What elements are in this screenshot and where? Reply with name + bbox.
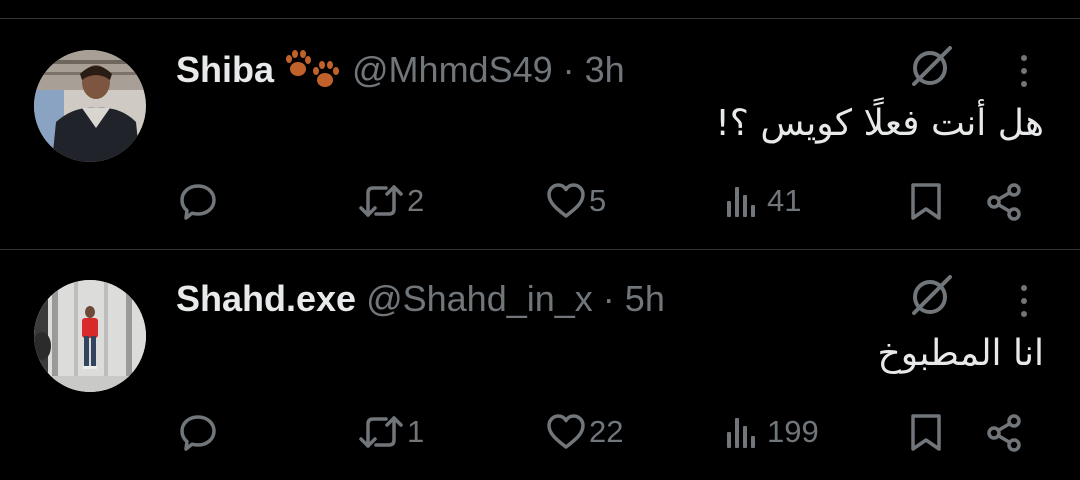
views-button[interactable]: 41: [724, 179, 801, 223]
tweet-text: انا المطبوخ: [877, 333, 1044, 374]
reply-icon: [180, 184, 216, 220]
paw-prints-icon: [284, 50, 342, 90]
reply-button[interactable]: [178, 179, 221, 223]
avatar[interactable]: [34, 50, 146, 162]
retweet-icon: [359, 185, 403, 217]
heart-icon: [547, 183, 585, 218]
tweet-1[interactable]: Shiba @MhmdS49 · 3h هل أنت فعلًا كويس ؟!…: [0, 19, 1080, 249]
more-options-icon[interactable]: [1012, 282, 1036, 322]
bookmark-button[interactable]: [908, 410, 944, 454]
timestamp[interactable]: 5h: [625, 278, 665, 320]
like-button[interactable]: 22: [546, 410, 623, 454]
like-count: 22: [589, 414, 624, 449]
reply-icon: [180, 415, 216, 451]
retweet-icon: [359, 416, 403, 448]
bookmark-button[interactable]: [908, 179, 944, 223]
more-options-icon[interactable]: [1012, 52, 1036, 92]
display-name[interactable]: Shahd.exe: [176, 278, 356, 320]
like-button[interactable]: 5: [546, 179, 606, 223]
view-count: 199: [767, 414, 819, 449]
views-icon: [727, 418, 755, 448]
heart-icon: [547, 414, 585, 449]
views-button[interactable]: 199: [724, 410, 819, 454]
tweet-header: Shahd.exe @Shahd_in_x · 5h: [176, 274, 665, 324]
avatar[interactable]: [34, 280, 146, 392]
like-count: 5: [589, 183, 607, 218]
separator-dot: ·: [602, 278, 615, 319]
reply-button[interactable]: [178, 410, 221, 454]
share-button[interactable]: [984, 179, 1024, 223]
separator-dot: ·: [562, 49, 575, 90]
retweet-button[interactable]: 1: [358, 410, 424, 454]
grok-icon[interactable]: [908, 44, 954, 90]
tweet-2[interactable]: Shahd.exe @Shahd_in_x · 5h انا المطبوخ 1…: [0, 250, 1080, 480]
share-icon: [987, 183, 1021, 221]
grok-icon[interactable]: [908, 273, 954, 319]
user-handle[interactable]: @Shahd_in_x: [366, 278, 593, 320]
bookmark-icon: [911, 183, 941, 220]
share-button[interactable]: [984, 410, 1024, 454]
display-name[interactable]: Shiba: [176, 49, 274, 91]
tweet-header: Shiba @MhmdS49 · 3h: [176, 45, 625, 95]
tweet-text: هل أنت فعلًا كويس ؟!: [715, 103, 1044, 144]
retweet-button[interactable]: 2: [358, 179, 424, 223]
retweet-count: 2: [407, 183, 425, 218]
user-handle[interactable]: @MhmdS49: [352, 49, 553, 91]
views-icon: [727, 187, 755, 217]
bookmark-icon: [911, 414, 941, 451]
share-icon: [987, 414, 1021, 452]
timestamp[interactable]: 3h: [585, 49, 625, 91]
retweet-count: 1: [407, 414, 425, 449]
view-count: 41: [767, 183, 802, 218]
